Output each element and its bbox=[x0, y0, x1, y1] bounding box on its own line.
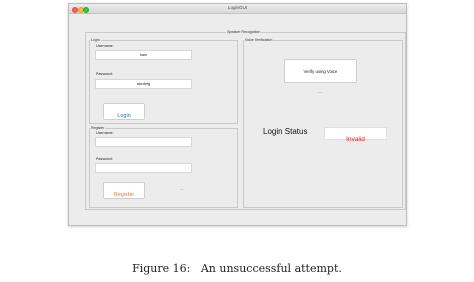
register-password-label: Password: bbox=[96, 157, 113, 161]
login-button-label: Login bbox=[117, 113, 131, 119]
register-username-label: Username: bbox=[96, 131, 114, 135]
login-username-label: Username: bbox=[96, 44, 114, 48]
login-status-value: Invalid bbox=[346, 136, 365, 143]
verify-voice-button[interactable]: Verify using Voice bbox=[284, 59, 357, 83]
figure-caption-label: Figure 16: bbox=[132, 262, 191, 275]
login-password-field[interactable]: abcdefg bbox=[95, 79, 192, 89]
register-button-label: Register bbox=[113, 192, 135, 198]
register-username-field[interactable] bbox=[95, 137, 192, 147]
login-panel-title: Login bbox=[91, 38, 100, 42]
login-button[interactable]: Login bbox=[103, 103, 145, 120]
verify-voice-button-label: Verify using Voice bbox=[303, 69, 338, 74]
login-status-label: Login Status bbox=[263, 127, 308, 136]
login-username-field[interactable]: ham bbox=[95, 50, 192, 60]
login-status-box: Invalid bbox=[324, 127, 387, 143]
register-panel-title: Register bbox=[91, 126, 105, 130]
register-status-ellipsis: .... bbox=[180, 186, 185, 191]
register-button[interactable]: Register bbox=[103, 182, 145, 199]
login-password-label: Password: bbox=[96, 72, 113, 76]
window-title: LoginGUI bbox=[227, 5, 247, 10]
figure-caption: Figure 16: An unsuccessful attempt. bbox=[0, 262, 474, 275]
speaker-recognition-title: Speaker Recognition bbox=[227, 30, 261, 34]
register-password-field[interactable] bbox=[95, 163, 192, 173]
title-bar: LoginGUI bbox=[69, 4, 406, 14]
voice-status-ellipsis: .... bbox=[318, 89, 323, 94]
voice-verification-title: Voice Verification bbox=[245, 38, 273, 42]
figure-caption-text: An unsuccessful attempt. bbox=[200, 262, 342, 275]
